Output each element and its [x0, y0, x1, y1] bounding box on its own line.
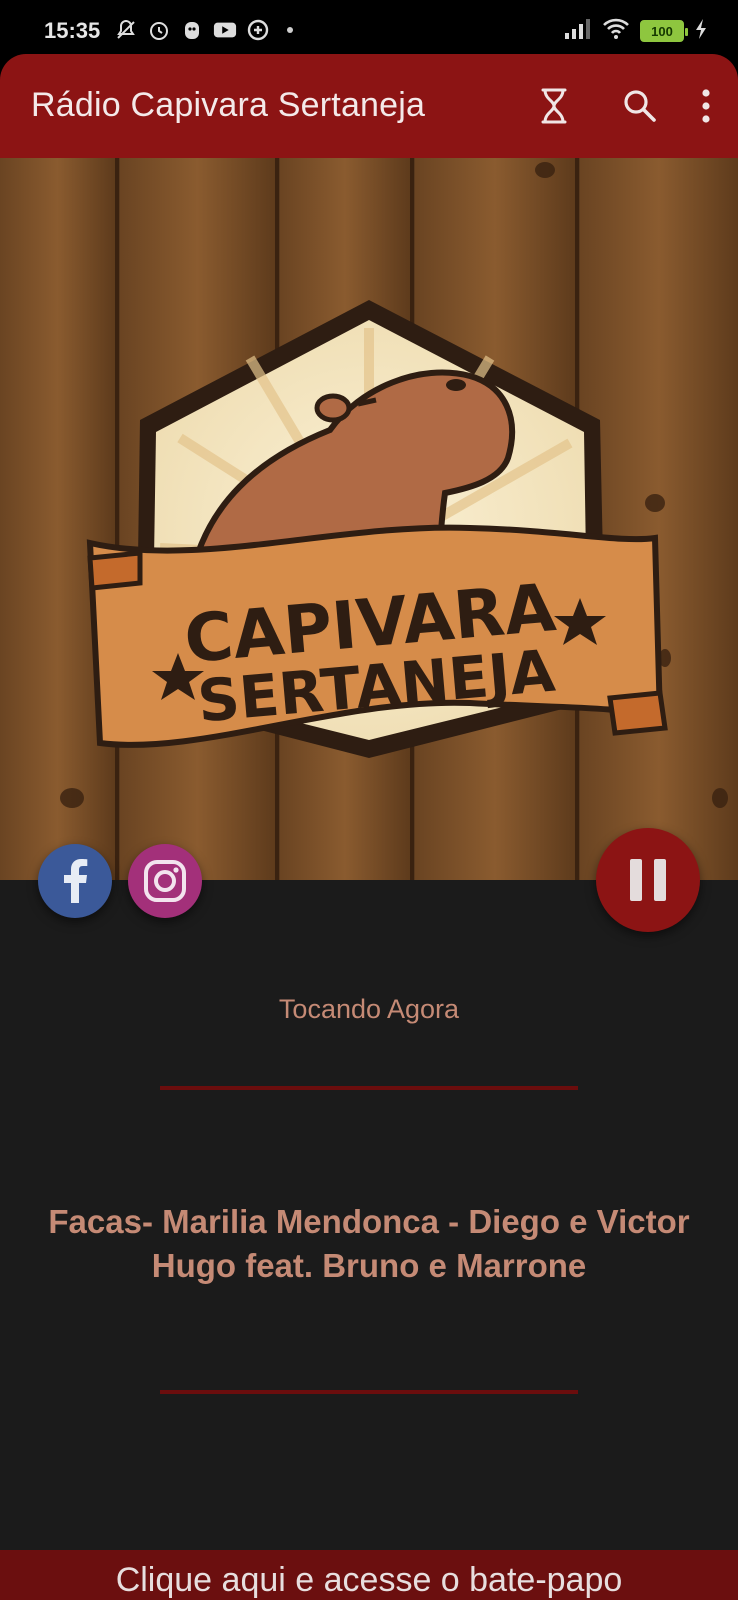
app-bar: Rádio Capivara Sertaneja: [0, 54, 738, 158]
status-icons-left: [114, 18, 293, 42]
battery-icon: 100: [640, 20, 688, 42]
alarm-icon: [147, 18, 171, 42]
now-playing-label: Tocando Agora: [278, 994, 460, 1024]
chat-banner-label: Clique aqui e acesse o bate-papo: [115, 1560, 623, 1599]
youtube-icon: [213, 18, 237, 42]
app-icon: [180, 18, 204, 42]
facebook-button[interactable]: [38, 844, 112, 918]
chat-banner-button[interactable]: Clique aqui e acesse o bate-papo: [0, 1550, 738, 1600]
hourglass-icon[interactable]: [532, 84, 576, 128]
status-time: 15:35: [44, 18, 101, 43]
signal-icon: [564, 18, 592, 44]
station-artwork: CAPIVARA SERTANEJA: [0, 158, 738, 880]
status-icons-right: 100: [564, 18, 708, 44]
data-saver-icon: [246, 18, 270, 42]
capybara-logo-image: CAPIVARA SERTANEJA: [0, 158, 738, 880]
app-actions: [490, 84, 718, 128]
pause-button[interactable]: [596, 828, 700, 932]
facebook-icon: [64, 859, 88, 903]
battery-level: 100: [651, 23, 673, 39]
notification-dot: [287, 27, 293, 33]
instagram-icon: [144, 860, 186, 902]
wifi-icon: [602, 18, 630, 44]
divider-top: [160, 1086, 578, 1090]
status-bar: 15:35 100: [0, 0, 738, 62]
instagram-button[interactable]: [128, 844, 202, 918]
search-icon[interactable]: [618, 84, 662, 128]
divider-bottom: [160, 1390, 578, 1394]
mute-icon: [114, 18, 138, 42]
charging-icon: [694, 18, 708, 44]
more-vert-icon[interactable]: [694, 84, 718, 128]
app-title: Rádio Capivara Sertaneja: [31, 86, 426, 124]
track-title: Facas- Marilia Mendonca - Diego e Victor…: [48, 1203, 690, 1284]
pause-icon: [630, 859, 666, 901]
